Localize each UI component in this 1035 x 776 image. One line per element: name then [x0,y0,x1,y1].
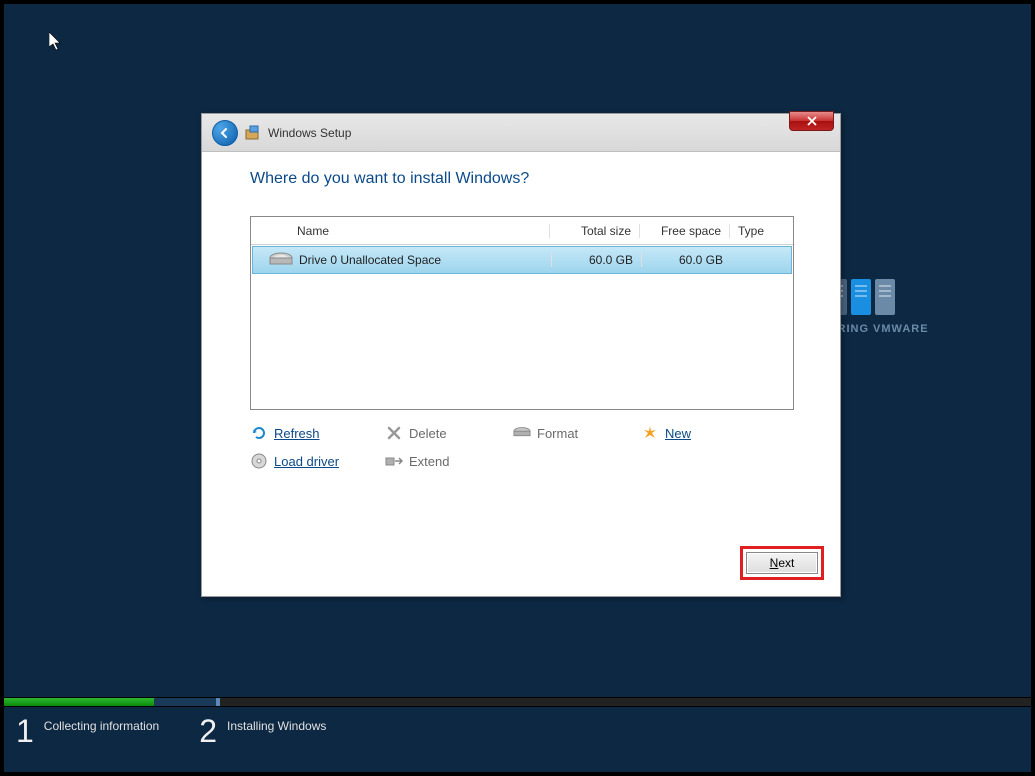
page-heading: Where do you want to install Windows? [250,170,792,188]
drive-icon [269,252,293,268]
back-button[interactable] [212,120,238,146]
col-free[interactable]: Free space [639,224,729,238]
titlebar: Windows Setup [202,114,840,152]
next-label-rest: ext [778,556,794,570]
step-1-label: Collecting information [44,715,159,733]
load-driver-icon [250,452,268,470]
step-2-label: Installing Windows [227,715,326,733]
col-total[interactable]: Total size [549,224,639,238]
window-title: Windows Setup [268,126,351,140]
step-2-num: 2 [199,715,217,747]
load-driver-label: Load driver [274,454,339,469]
step-2: 2 Installing Windows [199,715,326,747]
extend-label: Extend [409,454,449,469]
setup-dialog: Windows Setup Where do you want to insta… [201,113,841,597]
delete-icon [385,424,403,442]
progress-complete [4,698,154,706]
setup-icon [244,124,262,142]
next-button[interactable]: Next [746,552,818,574]
delete-label: Delete [409,426,447,441]
format-icon [513,424,531,442]
disk-table: Name Total size Free space Type [250,216,794,410]
new-link[interactable]: New [641,424,769,442]
load-driver-link[interactable]: Load driver [250,452,385,470]
progress-area: 1 Collecting information 2 Installing Wi… [4,697,1031,772]
refresh-label: Refresh [274,426,320,441]
step-1: 1 Collecting information [16,715,159,747]
row-total: 60.0 GB [551,253,641,267]
table-header: Name Total size Free space Type [251,217,793,245]
row-free: 60.0 GB [641,253,731,267]
format-label: Format [537,426,578,441]
delete-link: Delete [385,424,513,442]
row-name: Drive 0 Unallocated Space [291,253,551,267]
new-icon [641,424,659,442]
format-link: Format [513,424,641,442]
close-button[interactable] [789,111,834,131]
refresh-icon [250,424,268,442]
extend-link: Extend [385,452,513,470]
step-1-num: 1 [16,715,34,747]
next-highlight: Next [740,546,824,580]
col-name[interactable]: Name [289,224,549,238]
table-row[interactable]: Drive 0 Unallocated Space 60.0 GB 60.0 G… [252,246,792,274]
refresh-link[interactable]: Refresh [250,424,385,442]
new-label: New [665,426,691,441]
col-type[interactable]: Type [729,224,793,238]
progress-bar [4,697,1031,707]
extend-icon [385,452,403,470]
